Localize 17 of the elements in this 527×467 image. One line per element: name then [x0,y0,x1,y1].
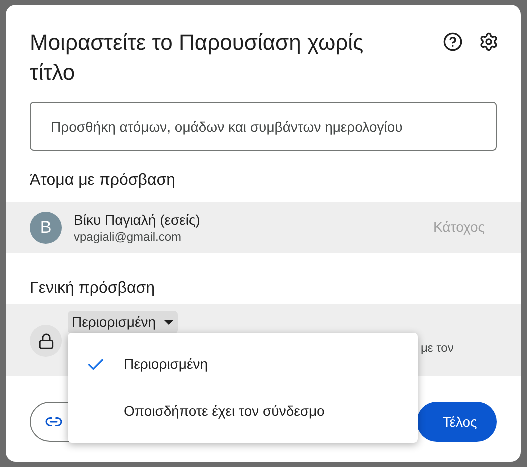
menu-item[interactable]: Οποισδήποτε έχει τον σύνδεσμο [124,401,325,422]
person-name: Βίκυ Παγιαλή (εσείς) [74,210,202,228]
settings-icon[interactable] [479,32,499,52]
caret-icon [164,320,174,325]
done-button[interactable]: Τέλος [417,402,497,442]
access-dropdown[interactable]: Περιορισμένη [68,311,178,334]
dialog-title: Μοιραστείτε το Παρουσίαση χωρίς τίτλο [30,29,365,87]
menu-item[interactable]: Περιορισμένη [124,354,208,375]
general-access-heading: Γενική πρόσβαση [29,279,156,299]
person-email: vpagiali@gmail.com [74,228,183,244]
avatar: B [30,212,62,244]
help-icon[interactable] [443,32,463,52]
add-people-field[interactable]: Προσθήκη ατόμων, ομάδων και συμβάντων ημερολογίου [30,102,497,151]
access-description: με τον [421,340,454,357]
role-label: Κάτοχος [433,218,485,237]
lock-icon [30,325,62,357]
people-heading: Άτομα με πρόσβαση [29,171,177,191]
